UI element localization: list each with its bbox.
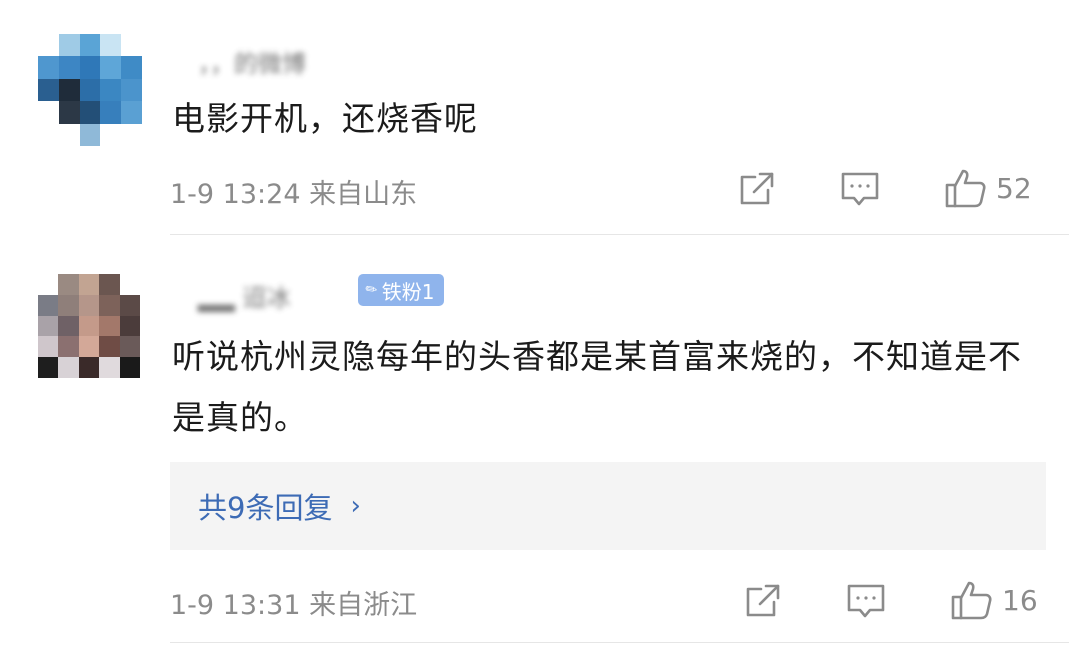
like-button[interactable]: 52	[944, 166, 1032, 210]
comment-text: 听说杭州灵隐每年的头香都是某首富来烧的，不知道是不是真的。	[172, 337, 1022, 437]
pen-icon: ✎	[362, 280, 382, 300]
location: 来自山东	[309, 179, 418, 210]
comment-item: ，，的微博 电影开机，还烧香呢 1-9 13:24 来自山东 52	[0, 0, 1069, 236]
share-button[interactable]	[738, 170, 776, 208]
like-button[interactable]: 16	[950, 578, 1038, 622]
comment-meta: 1-9 13:24 来自山东	[170, 172, 417, 211]
location: 来自浙江	[309, 590, 418, 621]
replies-label: 共9条回复	[198, 491, 333, 525]
like-count: 52	[996, 171, 1032, 205]
timestamp: 1-9 13:24	[170, 179, 301, 210]
share-button[interactable]	[744, 582, 782, 620]
comment-meta: 1-9 13:31 来自浙江	[170, 583, 417, 622]
thumbs-up-icon	[951, 581, 992, 620]
avatar[interactable]	[38, 274, 140, 378]
comment-icon	[841, 172, 879, 206]
divider	[170, 642, 1069, 643]
comment-item: ▂▂ 迢冰 ✎ 铁粉1 听说杭州灵隐每年的头香都是某首富来烧的，不知道是不是真的…	[0, 236, 1069, 651]
divider	[170, 234, 1069, 235]
thumbs-up-icon	[945, 169, 986, 208]
fan-badge-label: 铁粉1	[381, 279, 435, 304]
username[interactable]: ，，的微博	[198, 44, 306, 79]
comment-icon	[847, 584, 885, 618]
reply-button[interactable]	[846, 582, 886, 620]
avatar[interactable]	[38, 34, 142, 146]
chevron-right-icon: ›	[350, 491, 361, 521]
comment-text: 电影开机，还烧香呢	[172, 99, 478, 138]
timestamp: 1-9 13:31	[170, 590, 301, 621]
view-replies-button[interactable]: 共9条回复 ›	[170, 462, 1046, 550]
reply-button[interactable]	[840, 170, 880, 208]
share-icon	[740, 172, 774, 205]
like-count: 16	[1002, 583, 1038, 617]
share-icon	[746, 584, 780, 617]
fan-badge[interactable]: ✎ 铁粉1	[358, 274, 445, 306]
username[interactable]: ▂▂ 迢冰	[198, 278, 291, 313]
